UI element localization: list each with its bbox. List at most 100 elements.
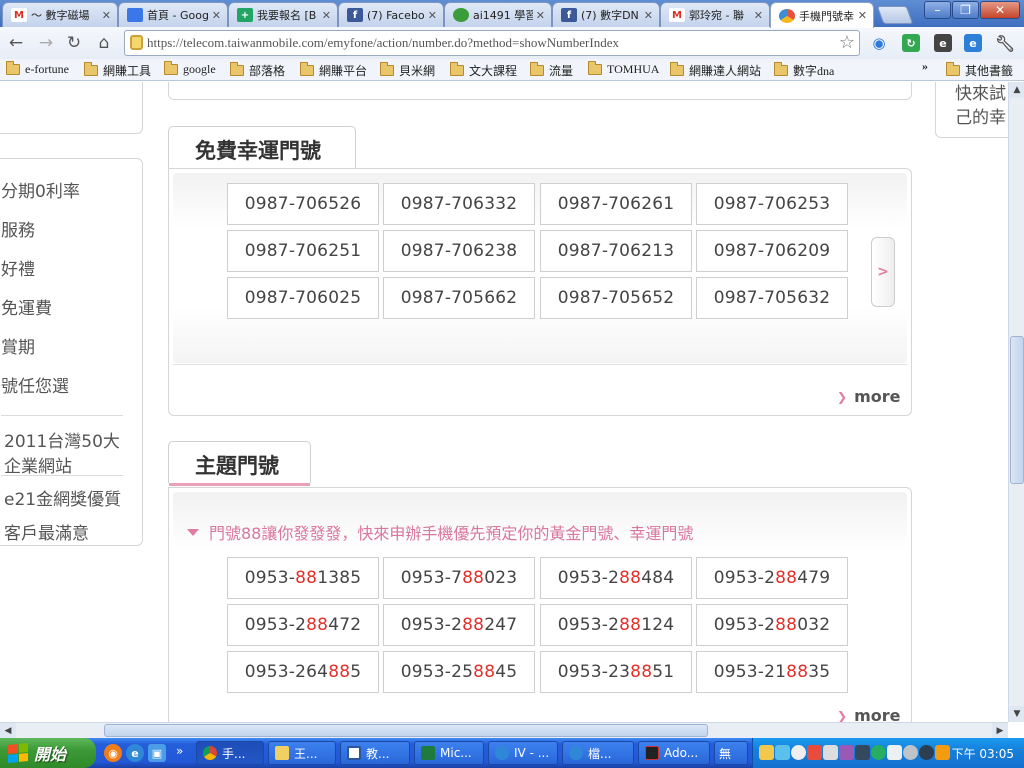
close-icon[interactable]: ✕	[644, 9, 653, 22]
promo-banner[interactable]: 門號88讓你發發發，快來申辦手機優先預定你的黃金門號、幸運門號	[187, 520, 693, 544]
close-icon[interactable]: ✕	[754, 9, 763, 22]
next-page-button[interactable]: >	[871, 237, 895, 307]
extension-eye-icon[interactable]: ◉	[870, 34, 888, 52]
taskbar-item-word[interactable]: 教...	[340, 741, 410, 765]
tray-network-icon[interactable]	[775, 745, 790, 760]
lucky-number-cell[interactable]: 0987-705652	[540, 277, 692, 319]
scroll-left-arrow-icon[interactable]: ◀	[0, 723, 16, 739]
scroll-up-arrow-icon[interactable]: ▲	[1009, 82, 1024, 98]
bookmarks-overflow-button[interactable]: »	[922, 59, 928, 74]
tab-1[interactable]: M ～ 數字磁場 ✕	[2, 2, 118, 27]
close-icon[interactable]: ✕	[536, 9, 545, 22]
theme-number-cell[interactable]: 0953- 88 1385	[227, 557, 379, 599]
taskbar-item-ie[interactable]: IV - ...	[488, 741, 558, 765]
bookmark-item[interactable]: 文大課程	[450, 62, 517, 79]
lucky-number-cell[interactable]: 0987-706526	[227, 183, 379, 225]
tray-app-icon[interactable]	[759, 745, 774, 760]
theme-numbers-more-link[interactable]: ❯ more	[837, 706, 900, 722]
quicklaunch-overflow-icon[interactable]: »	[176, 744, 183, 758]
tray-drive-icon[interactable]	[887, 745, 902, 760]
taskbar-item-folder[interactable]: 王...	[268, 741, 336, 765]
sidebar-item-period[interactable]: 賞期	[1, 333, 35, 358]
vertical-scrollbar[interactable]: ▲ ▼	[1008, 82, 1024, 722]
horizontal-scrollbar[interactable]: ◀ ▶	[0, 722, 1008, 739]
lucky-number-cell[interactable]: 0987-706209	[696, 230, 848, 272]
tray-security-icon[interactable]	[935, 745, 950, 760]
close-icon[interactable]: ✕	[428, 9, 437, 22]
tray-warning-icon[interactable]	[807, 745, 822, 760]
bookmark-item[interactable]: 數字dna	[774, 62, 834, 79]
wrench-icon[interactable]: 🔧︎	[995, 34, 1015, 53]
sidebar-award-line[interactable]: 2011台灣50大	[4, 427, 120, 452]
tab-2[interactable]: 首頁 - Goog ✕	[118, 2, 228, 27]
sidebar-award-line[interactable]: 客戶最滿意	[4, 519, 89, 544]
scroll-down-arrow-icon[interactable]: ▼	[1009, 706, 1024, 722]
lucky-number-cell[interactable]: 0987-706025	[227, 277, 379, 319]
close-icon[interactable]: ✕	[212, 9, 221, 22]
minimize-button[interactable]: –	[924, 1, 951, 19]
theme-number-cell[interactable]: 0953-2 88 032	[696, 604, 848, 646]
lucky-number-cell[interactable]: 0987-706332	[383, 183, 535, 225]
close-window-button[interactable]: ✕	[980, 1, 1020, 19]
sidebar-item-number-choice[interactable]: 號任您選	[1, 372, 69, 397]
quicklaunch-firefox-icon[interactable]: ◉	[104, 744, 122, 762]
bookmark-item[interactable]: 網賺達人網站	[670, 62, 761, 79]
address-bar[interactable]: https://telecom.taiwanmobile.com/emyfone…	[124, 30, 860, 56]
bookmark-item[interactable]: 網賺工具	[84, 62, 151, 79]
theme-number-cell[interactable]: 0953-2 88 472	[227, 604, 379, 646]
reload-button[interactable]: ↻	[62, 32, 86, 54]
other-bookmarks[interactable]: 其他書籤	[946, 62, 1013, 79]
theme-number-cell[interactable]: 0953-21 88 35	[696, 651, 848, 693]
close-icon[interactable]: ✕	[102, 9, 111, 22]
quicklaunch-desktop-icon[interactable]: ▣	[148, 744, 166, 762]
tray-sync-icon[interactable]	[903, 745, 918, 760]
theme-number-cell[interactable]: 0953-23 88 51	[540, 651, 692, 693]
lucky-number-cell[interactable]: 0987-706261	[540, 183, 692, 225]
theme-number-cell[interactable]: 0953-2 88 479	[696, 557, 848, 599]
tab-7[interactable]: M 郭玲宛 - 聯 ✕	[660, 2, 770, 27]
new-tab-button[interactable]	[876, 6, 914, 24]
forward-button[interactable]: →	[34, 32, 58, 54]
lucky-number-cell[interactable]: 0987-705632	[696, 277, 848, 319]
sidebar-item-service[interactable]: 服務	[1, 216, 35, 241]
restore-button[interactable]: ❐	[952, 1, 979, 19]
theme-number-cell[interactable]: 0953-2 88 124	[540, 604, 692, 646]
tab-6[interactable]: f (7) 數字DN ✕	[552, 2, 660, 27]
sidebar-item-installment[interactable]: 分期0利率	[1, 177, 80, 202]
ie-tab-icon[interactable]: e	[964, 34, 982, 52]
sidebar-item-gifts[interactable]: 好禮	[1, 255, 35, 280]
bookmark-item[interactable]: 貝米網	[380, 62, 435, 79]
bookmark-item[interactable]: 部落格	[230, 62, 285, 79]
tab-8-active[interactable]: 手機門號幸 ✕	[770, 2, 874, 28]
lucky-number-cell[interactable]: 0987-706253	[696, 183, 848, 225]
tray-shield-icon[interactable]	[839, 745, 854, 760]
theme-number-cell[interactable]: 0953-264 88 5	[227, 651, 379, 693]
tab-4[interactable]: f (7) Facebook ✕	[338, 2, 444, 27]
theme-number-cell[interactable]: 0953-25 88 45	[383, 651, 535, 693]
taskbar-item-excel[interactable]: Mic...	[414, 741, 484, 765]
taskbar-item-adobe[interactable]: Ado...	[638, 741, 710, 765]
tab-5[interactable]: ai1491 學習 ✕	[444, 2, 552, 27]
theme-number-cell[interactable]: 0953-7 88 023	[383, 557, 535, 599]
lucky-number-cell[interactable]: 0987-706213	[540, 230, 692, 272]
lucky-number-cell[interactable]: 0987-706238	[383, 230, 535, 272]
taskbar-item-chrome[interactable]: 手...	[196, 741, 264, 765]
taskbar-item-ime[interactable]: 無	[714, 741, 748, 765]
scroll-right-arrow-icon[interactable]: ▶	[992, 723, 1008, 739]
close-icon[interactable]: ✕	[322, 9, 331, 22]
start-button[interactable]: 開始	[0, 738, 96, 768]
tray-display-icon[interactable]	[855, 745, 870, 760]
home-button[interactable]: ⌂	[92, 32, 116, 54]
free-lucky-more-link[interactable]: ❯ more	[837, 387, 900, 406]
theme-number-cell[interactable]: 0953-2 88 247	[383, 604, 535, 646]
tray-update-icon[interactable]	[871, 745, 886, 760]
bookmark-item[interactable]: google	[164, 61, 216, 77]
extension-refresh-icon[interactable]: ↻	[902, 34, 920, 52]
back-button[interactable]: ←	[4, 32, 28, 54]
horizontal-scroll-thumb[interactable]	[104, 724, 708, 737]
tray-audio-icon[interactable]	[919, 745, 934, 760]
bookmark-star-icon[interactable]: ☆	[839, 31, 855, 55]
evernote-icon[interactable]: e	[934, 34, 952, 52]
tray-clock-icon[interactable]	[791, 745, 806, 760]
bookmark-item[interactable]: 網賺平台	[300, 62, 367, 79]
